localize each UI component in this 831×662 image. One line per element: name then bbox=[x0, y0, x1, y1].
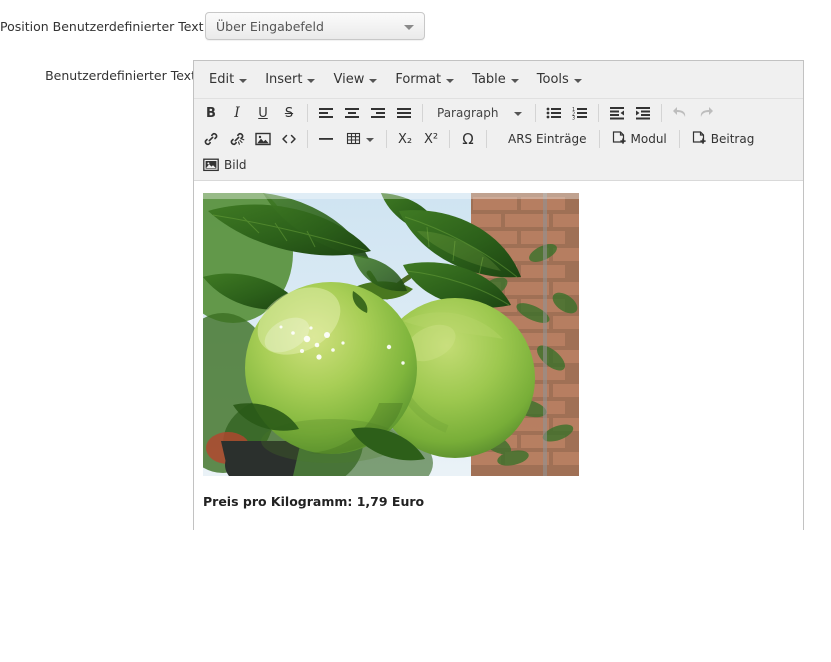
beitrag-label: Beitrag bbox=[711, 132, 755, 146]
indent-icon[interactable] bbox=[630, 102, 656, 124]
align-center-icon[interactable] bbox=[339, 102, 365, 124]
toolbar-separator bbox=[449, 130, 450, 148]
ars-entries-button[interactable]: ARS Einträge bbox=[501, 128, 594, 150]
outdent-icon[interactable] bbox=[604, 102, 630, 124]
table-icon bbox=[346, 132, 362, 146]
special-character-label: Ω bbox=[462, 130, 473, 148]
editor-content-area[interactable]: Preis pro Kilogramm: 1,79 Euro bbox=[194, 181, 803, 662]
numbered-list-icon[interactable]: 123 bbox=[567, 102, 593, 124]
chevron-down-icon bbox=[511, 79, 519, 83]
position-select[interactable]: Über Eingabefeld bbox=[205, 12, 425, 40]
toolbar-separator bbox=[598, 104, 599, 122]
bold-label: B bbox=[206, 106, 216, 121]
menu-view[interactable]: View bbox=[324, 68, 386, 91]
bullet-list-icon[interactable] bbox=[541, 102, 567, 124]
menu-format-label: Format bbox=[395, 72, 441, 87]
toolbar-row-2: X₂ X² Ω ARS Einträge Modul Beitrag bbox=[194, 126, 803, 152]
menu-table-label: Table bbox=[472, 72, 506, 87]
modul-button[interactable]: Modul bbox=[605, 128, 674, 150]
new-page-icon bbox=[692, 131, 706, 147]
menu-insert-label: Insert bbox=[265, 72, 302, 87]
toolbar-separator bbox=[486, 130, 487, 148]
align-justify-icon[interactable] bbox=[391, 102, 417, 124]
toolbar-row-3: Bild bbox=[194, 152, 803, 178]
undo-icon[interactable] bbox=[667, 102, 693, 124]
position-field-row: Position Benutzerdefinierter Text Über E… bbox=[0, 12, 831, 44]
ars-entries-label: ARS Einträge bbox=[508, 132, 587, 146]
toolbar-separator bbox=[307, 104, 308, 122]
customtext-field-label: Benutzerdefinierter Text bbox=[0, 68, 196, 83]
menu-edit-label: Edit bbox=[209, 72, 234, 87]
source-code-icon[interactable] bbox=[276, 128, 302, 150]
unlink-icon[interactable] bbox=[224, 128, 250, 150]
svg-text:3: 3 bbox=[572, 116, 575, 121]
subscript-button[interactable]: X₂ bbox=[392, 128, 418, 150]
position-field-label: Position Benutzerdefinierter Text bbox=[0, 19, 196, 34]
bild-button[interactable]: Bild bbox=[198, 154, 254, 176]
bild-label: Bild bbox=[224, 158, 247, 172]
toolbar-separator bbox=[422, 104, 423, 122]
apple-photo[interactable] bbox=[203, 193, 579, 476]
menu-edit[interactable]: Edit bbox=[200, 68, 256, 91]
redo-icon[interactable] bbox=[693, 102, 719, 124]
menu-format[interactable]: Format bbox=[386, 68, 463, 91]
toolbar-separator bbox=[386, 130, 387, 148]
underline-label: U bbox=[258, 106, 268, 121]
superscript-button[interactable]: X² bbox=[418, 128, 444, 150]
horizontal-rule-icon[interactable] bbox=[313, 128, 339, 150]
link-icon[interactable] bbox=[198, 128, 224, 150]
image-caption: Preis pro Kilogramm: 1,79 Euro bbox=[203, 494, 803, 509]
toolbar-row-1: B I U S bbox=[194, 100, 803, 126]
toolbar-separator bbox=[535, 104, 536, 122]
toolbar-separator bbox=[679, 130, 680, 148]
toolbar-separator bbox=[307, 130, 308, 148]
toolbar-separator bbox=[599, 130, 600, 148]
chevron-down-icon bbox=[574, 79, 582, 83]
position-select-value: Über Eingabefeld bbox=[216, 19, 324, 34]
menu-table[interactable]: Table bbox=[463, 68, 528, 91]
image-icon[interactable] bbox=[250, 128, 276, 150]
align-right-icon[interactable] bbox=[365, 102, 391, 124]
superscript-label: X² bbox=[424, 132, 438, 147]
table-button[interactable] bbox=[339, 128, 381, 150]
strikethrough-button[interactable]: S bbox=[276, 102, 302, 124]
italic-label: I bbox=[234, 105, 240, 121]
menu-insert[interactable]: Insert bbox=[256, 68, 324, 91]
underline-button[interactable]: U bbox=[250, 102, 276, 124]
special-character-button[interactable]: Ω bbox=[455, 128, 481, 150]
picture-icon bbox=[203, 158, 219, 172]
menu-view-label: View bbox=[333, 72, 364, 87]
block-format-value: Paragraph bbox=[437, 106, 498, 120]
chevron-down-icon bbox=[366, 138, 374, 142]
beitrag-button[interactable]: Beitrag bbox=[685, 128, 762, 150]
modul-label: Modul bbox=[631, 132, 667, 146]
chevron-down-icon bbox=[369, 79, 377, 83]
block-format-select[interactable]: Paragraph bbox=[428, 102, 530, 124]
bold-button[interactable]: B bbox=[198, 102, 224, 124]
align-left-icon[interactable] bbox=[313, 102, 339, 124]
chevron-down-icon bbox=[446, 79, 454, 83]
chevron-down-icon bbox=[307, 79, 315, 83]
toolbar-separator bbox=[661, 104, 662, 122]
subscript-label: X₂ bbox=[398, 132, 412, 147]
menu-tools[interactable]: Tools bbox=[528, 68, 591, 91]
chevron-down-icon bbox=[239, 79, 247, 83]
editor-toolbar: B I U S bbox=[194, 99, 803, 181]
editor-menubar: Edit Insert View Format Table Tools bbox=[194, 61, 803, 99]
strikethrough-label: S bbox=[285, 106, 293, 121]
italic-button[interactable]: I bbox=[224, 102, 250, 124]
menu-tools-label: Tools bbox=[537, 72, 569, 87]
chevron-down-icon bbox=[404, 25, 414, 30]
chevron-down-icon bbox=[514, 112, 522, 116]
rich-text-editor: Edit Insert View Format Table Tools B bbox=[193, 60, 804, 530]
new-page-icon bbox=[612, 131, 626, 147]
